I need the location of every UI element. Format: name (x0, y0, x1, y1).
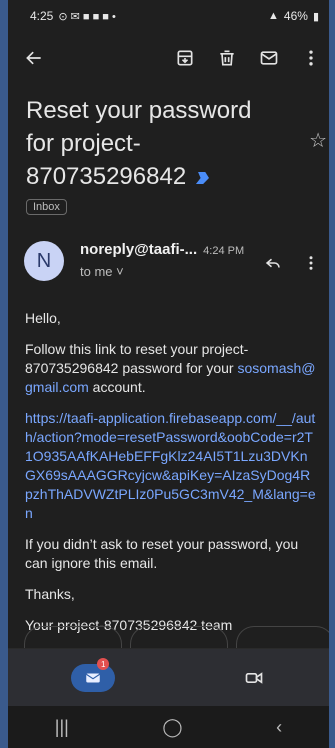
mail-icon (86, 673, 101, 683)
message-more-icon[interactable] (299, 251, 323, 275)
sender-time: 4:24 PM (203, 245, 245, 257)
battery-level: 46% (283, 9, 308, 23)
subject-text: Reset your password for project-87073529… (26, 97, 252, 190)
subject-area: Reset your password for project-87073529… (8, 84, 329, 215)
delete-icon[interactable] (215, 46, 239, 70)
greeting: Hello, (25, 310, 61, 326)
inbox-label[interactable]: Inbox (26, 199, 67, 215)
home-icon[interactable]: ◯ (162, 717, 182, 738)
instruction-text: Follow this link to reset your project-8… (25, 341, 249, 376)
instruction-suffix: account. (88, 379, 146, 395)
status-bar: 4:25 ⊙ ✉ ■ ■ ■ • ▲ 46% ▮ (8, 0, 329, 32)
sender-name[interactable]: noreply@taafi-... (80, 241, 197, 258)
reset-link[interactable]: https://taafi-application.firebaseapp.co… (25, 409, 317, 523)
mark-unread-icon[interactable] (257, 46, 281, 70)
star-icon[interactable]: ☆ (309, 128, 327, 153)
system-nav-bar: ||| ◯ ‹ (8, 706, 329, 748)
subject-title: Reset your password for project-87073529… (26, 94, 315, 193)
mail-badge: 1 (97, 658, 110, 670)
phone-screen: 4:25 ⊙ ✉ ■ ■ ■ • ▲ 46% ▮ Reset your pass… (8, 0, 329, 748)
avatar[interactable]: N (24, 241, 64, 281)
message-body: Hello, Follow this link to reset your pr… (8, 281, 329, 635)
more-options-icon[interactable] (299, 46, 323, 70)
toolbar (8, 32, 329, 84)
meet-tab[interactable] (242, 666, 266, 690)
recipient-label: to me (80, 264, 113, 279)
reply-icon[interactable] (261, 251, 285, 275)
back-system-icon[interactable]: ‹ (276, 717, 282, 738)
notification-icons: ⊙ ✉ ■ ■ ■ • (58, 10, 116, 23)
ignore-text: If you didn’t ask to reset your password… (25, 536, 299, 571)
status-time: 4:25 (30, 9, 54, 23)
mail-tab[interactable]: 1 (71, 658, 116, 692)
important-marker-icon[interactable] (196, 172, 210, 184)
thanks-text: Thanks, (25, 586, 75, 602)
bottom-nav: 1 (8, 648, 329, 707)
sender-row: N noreply@taafi-... 4:24 PM to me ˅ (8, 215, 329, 281)
video-icon (245, 672, 263, 684)
instruction-paragraph: Follow this link to reset your project-8… (25, 340, 317, 397)
recents-icon[interactable]: ||| (55, 717, 69, 738)
battery-icon: ▮ (312, 10, 319, 23)
archive-icon[interactable] (173, 46, 197, 70)
signal-icon: ▲ (268, 10, 279, 22)
chevron-down-icon: ˅ (116, 264, 124, 279)
back-icon[interactable] (22, 46, 46, 70)
